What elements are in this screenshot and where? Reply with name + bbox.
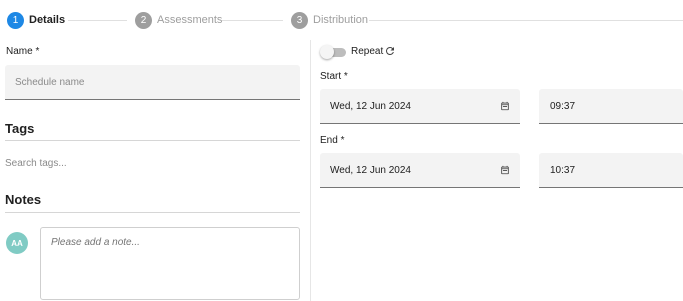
start-time-value: 09:37 xyxy=(550,100,576,112)
step-number: 3 xyxy=(291,11,308,29)
repeat-label: Repeat xyxy=(351,46,384,57)
end-time-field[interactable]: 10:37 xyxy=(539,153,683,188)
stepper: 1 Details 2 Assessments 3 Distribution xyxy=(0,0,683,40)
end-time-value: 10:37 xyxy=(550,164,576,176)
step-assessments[interactable]: 2 Assessments xyxy=(135,11,222,29)
start-label: Start * xyxy=(320,71,348,82)
step-label: Assessments xyxy=(157,14,223,26)
step-number: 1 xyxy=(7,11,24,29)
calendar-icon[interactable] xyxy=(500,165,510,175)
tags-divider xyxy=(5,140,300,141)
step-label: Details xyxy=(29,14,66,26)
repeat-icon xyxy=(385,46,394,55)
start-time-field[interactable]: 09:37 xyxy=(539,89,683,124)
name-label: Name * xyxy=(6,46,40,57)
notes-divider xyxy=(5,212,300,213)
tags-heading: Tags xyxy=(5,121,35,136)
name-input[interactable] xyxy=(5,65,300,99)
step-connector xyxy=(68,20,127,21)
end-label: End * xyxy=(320,135,345,146)
step-number: 2 xyxy=(135,11,152,29)
tags-search-input[interactable] xyxy=(5,155,300,171)
notes-heading: Notes xyxy=(5,192,42,207)
step-distribution[interactable]: 3 Distribution xyxy=(291,11,368,29)
repeat-toggle[interactable] xyxy=(320,45,346,59)
step-label: Distribution xyxy=(313,14,369,26)
start-date-value: Wed, 12 Jun 2024 xyxy=(330,100,411,112)
toggle-thumb xyxy=(320,45,334,59)
step-connector xyxy=(369,20,683,21)
end-date-value: Wed, 12 Jun 2024 xyxy=(330,164,411,176)
step-connector xyxy=(222,20,283,21)
calendar-icon[interactable] xyxy=(500,101,510,111)
step-details[interactable]: 1 Details xyxy=(7,11,65,29)
avatar: AA xyxy=(6,232,28,254)
note-textarea[interactable] xyxy=(41,228,299,299)
note-box[interactable] xyxy=(40,227,300,300)
name-field[interactable] xyxy=(5,65,300,100)
start-date-field[interactable]: Wed, 12 Jun 2024 xyxy=(320,89,520,124)
column-divider xyxy=(310,40,311,301)
end-date-field[interactable]: Wed, 12 Jun 2024 xyxy=(320,153,520,188)
